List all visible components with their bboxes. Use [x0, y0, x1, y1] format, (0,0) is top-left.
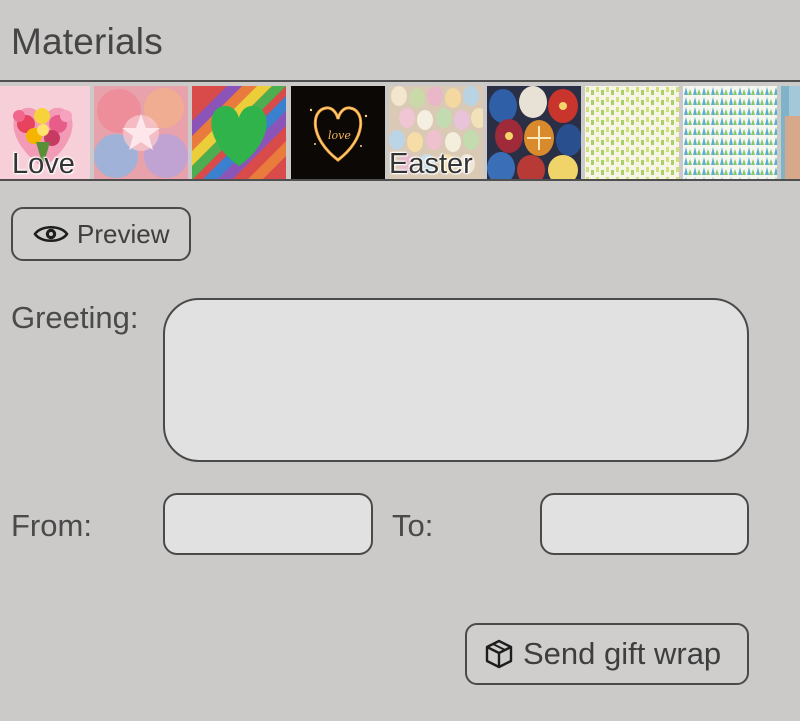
painted-eggs-image — [487, 86, 581, 179]
material-thumb-pastel-hearts[interactable] — [94, 86, 188, 179]
pastel-hearts-image — [94, 86, 188, 179]
material-thumb-love[interactable]: Love — [0, 86, 90, 179]
from-field[interactable] — [163, 493, 373, 555]
photo-partial-image — [781, 86, 800, 179]
rainbow-heart-image — [192, 86, 286, 179]
material-label: Love — [12, 148, 75, 179]
pattern-blue-green-image — [683, 86, 777, 179]
material-thumb-pattern-yellow-green[interactable] — [585, 86, 679, 179]
to-label: To: — [392, 508, 434, 543]
svg-text:love: love — [328, 129, 351, 142]
package-icon — [485, 639, 513, 669]
greeting-label: Greeting: — [11, 300, 139, 335]
materials-strip[interactable]: Love love Easter — [0, 80, 800, 181]
to-field[interactable] — [540, 493, 749, 555]
sparkler-heart-image: love — [291, 86, 385, 179]
material-thumb-photo[interactable] — [781, 86, 800, 179]
preview-label: Preview — [77, 218, 170, 249]
send-gift-wrap-label: Send gift wrap — [523, 636, 722, 671]
material-thumb-easter[interactable]: Easter — [389, 86, 483, 179]
material-label: Easter — [389, 148, 473, 179]
from-label: From: — [11, 508, 92, 543]
pattern-yellow-green-image — [585, 86, 679, 179]
preview-button[interactable]: Preview — [11, 207, 191, 261]
eye-icon — [33, 222, 69, 246]
material-thumb-pattern-blue-green[interactable] — [683, 86, 777, 179]
material-thumb-rainbow-heart[interactable] — [192, 86, 286, 179]
page-title: Materials — [11, 21, 163, 62]
greeting-field[interactable] — [163, 298, 749, 462]
material-thumb-painted-eggs[interactable] — [487, 86, 581, 179]
material-thumb-sparkler-heart[interactable]: love — [291, 86, 385, 179]
send-gift-wrap-button[interactable]: Send gift wrap — [465, 623, 749, 685]
